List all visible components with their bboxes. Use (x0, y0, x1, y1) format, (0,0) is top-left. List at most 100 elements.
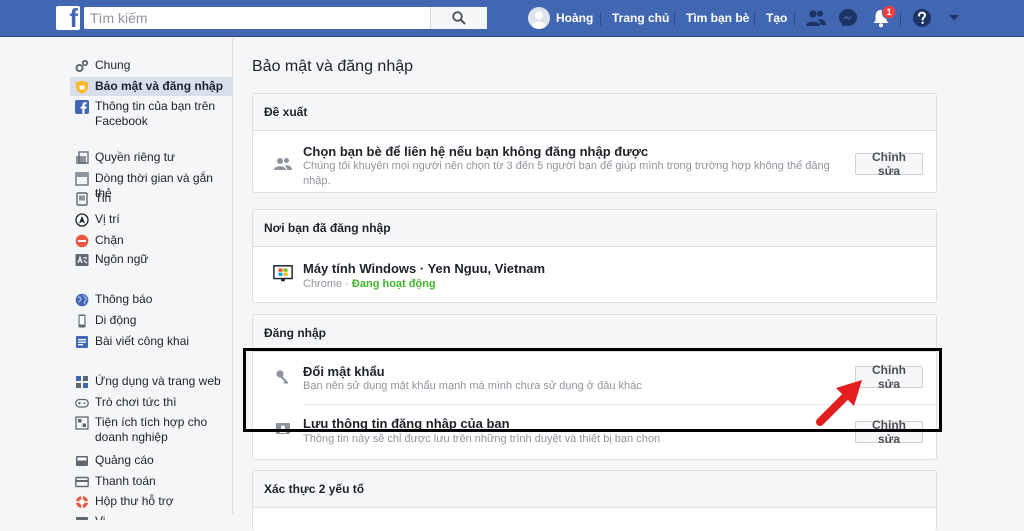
trusted-contacts-description: Chúng tôi khuyên mọi người nên chọn từ 3… (303, 160, 830, 187)
sidebar-item-public-posts[interactable]: Bài viết công khai (70, 334, 232, 349)
account-menu-button[interactable] (942, 6, 966, 30)
sidebar-item-notifications[interactable]: Thông báo (70, 292, 232, 307)
session-details: Chrome · Đang hoạt động (303, 277, 436, 292)
facebook-logo-letter: f (69, 6, 78, 30)
sidebar-item-stories[interactable]: Tin (70, 191, 232, 206)
sidebar-item-ads[interactable]: Quảng cáo (70, 453, 232, 468)
sidebar-item-label: Quyền riêng tư (95, 150, 176, 164)
sidebar-item-language[interactable]: Ngôn ngữ (70, 252, 232, 267)
sidebar-item-your-information[interactable]: Thông tin của bạn trên Facebook (70, 99, 232, 129)
notifications-button[interactable]: 1 (869, 5, 896, 30)
session-device-title: Máy tính Windows · Yen Nguu, Vietnam (303, 261, 546, 276)
block-icon (75, 234, 89, 248)
facebook-logo[interactable]: f (56, 6, 80, 30)
payment-icon (75, 475, 89, 489)
location-icon (75, 213, 89, 227)
nav-find-friends[interactable]: Tìm bạn bè (686, 0, 749, 36)
story-icon (75, 192, 89, 206)
recommended-panel: Đề xuất Chọn bạn bè để liên hệ nếu bạn k… (252, 93, 937, 193)
sidebar-item-label: Bảo mật và đăng nhập (95, 79, 224, 93)
two-factor-panel: Xác thực 2 yếu tố (252, 470, 937, 531)
friend-requests-icon (806, 10, 826, 26)
panel-header: Đăng nhập (253, 315, 936, 352)
nav-home[interactable]: Trang chủ (612, 0, 669, 36)
sidebar-item-mobile[interactable]: Di động (70, 313, 232, 328)
friends-icon (273, 154, 293, 174)
facebook-icon (75, 100, 89, 114)
sidebar-item-label: Quảng cáo (95, 453, 154, 467)
timeline-icon (75, 172, 89, 186)
trusted-contacts-title: Chọn bạn bè để liên hệ nếu bạn không đăn… (303, 144, 649, 159)
sidebar-item-privacy[interactable]: Quyền riêng tư (70, 150, 232, 165)
sidebar-item-label: Chặn (95, 233, 124, 247)
page-title: Bảo mật và đăng nhập (252, 58, 414, 75)
sidebar-item-business-integrations[interactable]: Tiện ích tích hợp cho doanh nghiệp (70, 415, 232, 445)
search-icon (452, 11, 466, 25)
shield-icon (75, 80, 89, 94)
sidebar-item-label: Tin (95, 191, 112, 205)
session-status: Đang hoạt động (351, 278, 436, 290)
panel-header: Xác thực 2 yếu tố (253, 471, 936, 508)
search-input[interactable] (84, 7, 456, 29)
sidebar-item-label: Ngôn ngữ (95, 252, 149, 266)
sidebar-item-instant-games[interactable]: Trò chơi tức thì (70, 395, 232, 410)
avatar (528, 7, 550, 29)
sidebar-item-payments[interactable]: Thanh toán (70, 474, 232, 489)
help-button[interactable] (910, 6, 934, 30)
support-icon (75, 495, 89, 509)
profile-name: Hoàng (556, 11, 594, 25)
messenger-button[interactable] (836, 6, 860, 30)
friend-requests-button[interactable] (804, 6, 828, 30)
sidebar-item-apps[interactable]: Ứng dụng và trang web (70, 374, 232, 389)
gear-icon (75, 59, 89, 73)
panel-header: Nơi bạn đã đăng nhập (253, 210, 936, 247)
profile-link[interactable]: Hoàng (528, 0, 593, 36)
sidebar-item-videos[interactable]: Vi (70, 514, 232, 520)
video-icon (75, 515, 89, 520)
panel-header: Đề xuất (253, 94, 936, 131)
nav-separator (600, 12, 601, 26)
nav-separator (754, 12, 755, 26)
search-box (84, 7, 487, 29)
nav-separator (900, 12, 901, 26)
nav-separator (674, 12, 675, 26)
question-icon (913, 9, 931, 27)
sidebar-item-support-inbox[interactable]: Hộp thư hỗ trợ (70, 494, 232, 509)
session-browser: Chrome (303, 278, 343, 290)
ads-icon (75, 454, 89, 468)
sidebar-item-label: Thông tin của bạn trên Facebook (95, 99, 216, 128)
windows-icon (273, 264, 293, 284)
sidebar-item-label: Tiện ích tích hợp cho doanh nghiệp (95, 415, 208, 444)
sidebar-item-blocking[interactable]: Chặn (70, 233, 232, 248)
apps-icon (75, 375, 89, 389)
panel-header-title: Xác thực 2 yếu tố (264, 482, 365, 496)
top-navigation-bar: f Hoàng Trang chủ Tìm bạn bè Tạo 1 (0, 0, 1024, 37)
annotation-arrow-icon (816, 380, 862, 426)
trusted-contacts-edit-button[interactable]: Chỉnh sửa (855, 150, 923, 178)
sidebar-item-label: Vị trí (95, 212, 120, 226)
lock-icon (75, 151, 89, 165)
where-logged-in-panel: Nơi bạn đã đăng nhập Máy tính Windows · … (252, 209, 937, 303)
nav-separator (794, 12, 795, 26)
public-post-icon (75, 335, 89, 349)
panel-header-title: Đề xuất (264, 105, 308, 119)
sidebar-item-label: Di động (95, 313, 137, 327)
sidebar-item-label: Chung (95, 58, 131, 72)
session-separator: · (345, 278, 349, 290)
sidebar-item-security[interactable]: Bảo mật và đăng nhập (70, 77, 232, 96)
caret-down-icon (949, 15, 959, 21)
sidebar-item-label: Bài viết công khai (95, 334, 190, 348)
search-button[interactable] (430, 7, 487, 29)
sidebar-item-label: Trò chơi tức thì (95, 395, 177, 409)
business-icon (75, 416, 89, 430)
nav-create[interactable]: Tạo (766, 0, 787, 36)
sidebar-item-location[interactable]: Vị trí (70, 212, 232, 227)
save-login-description: Thông tin này sẽ chỉ được lưu trên những… (303, 433, 661, 445)
globe-icon (75, 293, 89, 307)
mobile-icon (75, 314, 89, 328)
panel-header-title: Đăng nhập (264, 326, 326, 340)
sidebar-item-general[interactable]: Chung (70, 58, 232, 73)
sidebar-item-label: Hộp thư hỗ trợ (95, 494, 174, 508)
sidebar-item-label: Ứng dụng và trang web (95, 374, 221, 388)
notification-badge: 1 (882, 5, 896, 19)
